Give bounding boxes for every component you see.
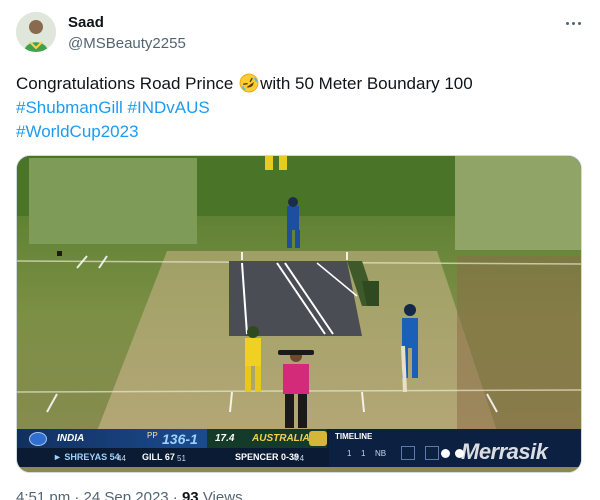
hashtag-worldcup2023[interactable]: #WorldCup2023	[16, 122, 139, 141]
bowler-figures: SPENCER 0-39	[235, 452, 300, 462]
tweet-media-image[interactable]: INDIA PP 136-1 17.4 AUSTRALIA ► SHREYAS …	[16, 155, 582, 473]
australia-logo-icon	[309, 431, 327, 446]
meta-separator: ·	[70, 489, 84, 500]
cricket-scene-image	[17, 156, 581, 472]
batter1-name: ► SHREYAS 54	[53, 452, 120, 462]
avatar-image	[16, 12, 56, 52]
meta-separator: ·	[168, 489, 182, 500]
timeline-ball-2: 1	[361, 449, 366, 458]
tweet-text-line-1: Congratulations Road Prince with 50 Mete…	[16, 72, 576, 96]
tweet-text-before-emoji: Congratulations Road Prince	[16, 74, 239, 93]
overs: 17.4	[215, 433, 235, 444]
more-horizontal-icon	[565, 21, 569, 25]
author-handle[interactable]: @MSBeauty2255	[68, 35, 186, 52]
tweet-text-after-emoji: with 50 Meter Boundary 100	[260, 74, 473, 93]
hashtag-indvaus[interactable]: #INDvAUS	[128, 98, 210, 117]
timeline-label: TIMELINE	[335, 432, 373, 441]
timeline-dot-ball	[441, 449, 450, 458]
tweet-hashtags-line-1: #ShubmanGill #INDvAUS	[16, 96, 576, 120]
tweet-date[interactable]: 24 Sep 2023	[84, 489, 169, 500]
batter2-balls: 51	[177, 454, 186, 463]
scorebar: INDIA PP 136-1 17.4 AUSTRALIA ► SHREYAS …	[17, 429, 581, 467]
team1-name: INDIA	[57, 433, 85, 444]
views-label: Views	[202, 489, 243, 500]
tweet-text: Congratulations Road Prince with 50 Mete…	[16, 72, 576, 144]
profile-avatar[interactable]	[16, 12, 56, 52]
views-count: 93	[181, 489, 199, 500]
more-options-button[interactable]	[562, 14, 584, 32]
timeline-ball-3: NB	[375, 449, 387, 458]
tweet-hashtags-line-2: #WorldCup2023	[16, 120, 576, 144]
batter2-name: GILL 67	[142, 452, 175, 462]
rolling-on-floor-laughing-emoji-icon	[239, 73, 259, 93]
watermark-text: Merrasik	[461, 439, 548, 464]
hashtag-shubmangill[interactable]: #ShubmanGill	[16, 98, 123, 117]
batter1-balls: 44	[117, 454, 126, 463]
timeline-ball-box	[425, 446, 439, 460]
author-name[interactable]: Saad	[68, 14, 104, 31]
bowler-overs: 4.4	[293, 454, 305, 463]
timeline-ball-1: 1	[347, 449, 352, 458]
tweet-meta: 4:51 pm · 24 Sep 2023 · 93 Views	[16, 489, 243, 500]
india-logo-icon	[29, 432, 47, 446]
powerplay-badge-icon: PP	[147, 431, 158, 440]
tweet-time[interactable]: 4:51 pm	[16, 489, 70, 500]
timeline-ball-box	[401, 446, 415, 460]
team2-name: AUSTRALIA	[252, 433, 310, 444]
team1-score: 136-1	[162, 431, 198, 447]
